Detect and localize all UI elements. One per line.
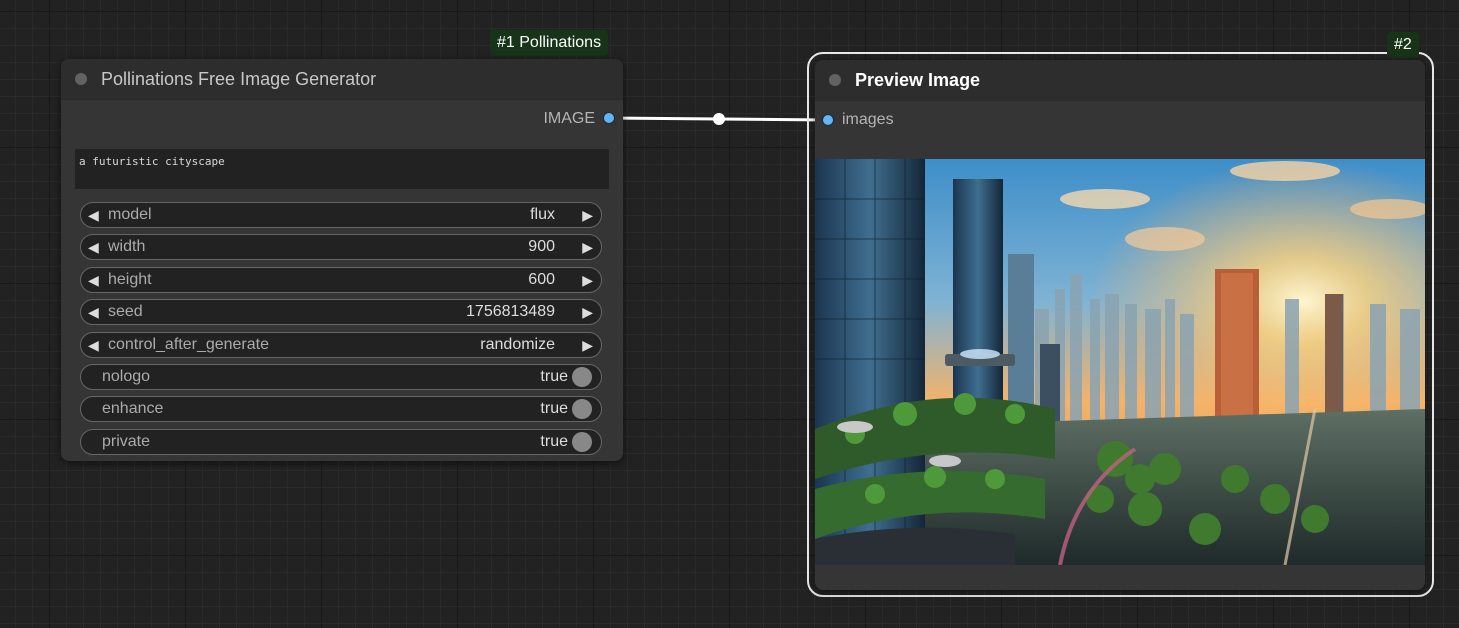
- model-combo[interactable]: ◀ model flux ▶: [80, 202, 602, 228]
- input-label: images: [842, 111, 894, 128]
- decrement-arrow-icon[interactable]: ◀: [88, 235, 99, 259]
- width-number[interactable]: ◀ width 900 ▶: [80, 234, 602, 260]
- pollinations-generator-node[interactable]: Pollinations Free Image Generator IMAGE …: [61, 59, 623, 461]
- nologo-toggle[interactable]: nologo true: [80, 364, 602, 390]
- increment-arrow-icon[interactable]: ▶: [582, 333, 593, 357]
- node-title: Pollinations Free Image Generator: [101, 69, 377, 89]
- widget-label: private: [102, 433, 151, 450]
- widget-value: 600: [528, 271, 555, 288]
- decrement-arrow-icon[interactable]: ◀: [88, 203, 99, 227]
- toggle-knob-icon[interactable]: [572, 367, 592, 387]
- preview-image-node[interactable]: Preview Image images: [815, 60, 1425, 590]
- output-label: IMAGE: [543, 110, 595, 127]
- node-id-badge: #1 Pollinations: [490, 30, 609, 56]
- decrement-arrow-icon[interactable]: ◀: [88, 333, 99, 357]
- seed-number[interactable]: ◀ seed 1756813489 ▶: [80, 299, 602, 325]
- widget-value: true: [540, 400, 568, 417]
- widget-label: model: [108, 206, 152, 223]
- increment-arrow-icon[interactable]: ▶: [582, 300, 593, 324]
- widget-label: control_after_generate: [108, 336, 269, 353]
- toggle-knob-icon[interactable]: [572, 399, 592, 419]
- node-id-badge: #2: [1387, 32, 1419, 58]
- collapse-dot-icon[interactable]: [829, 74, 841, 86]
- toggle-knob-icon[interactable]: [572, 432, 592, 452]
- prompt-textarea[interactable]: a futuristic cityscape: [75, 149, 609, 189]
- widget-label: nologo: [102, 368, 151, 385]
- output-slot-icon[interactable]: [604, 113, 614, 123]
- increment-arrow-icon[interactable]: ▶: [582, 203, 593, 227]
- node-title-bar[interactable]: Pollinations Free Image Generator: [61, 59, 623, 100]
- node-title: Preview Image: [855, 70, 981, 90]
- widget-value: true: [540, 433, 568, 450]
- decrement-arrow-icon[interactable]: ◀: [88, 300, 99, 324]
- widget-label: height: [108, 271, 152, 288]
- control-after-generate-combo[interactable]: ◀ control_after_generate randomize ▶: [80, 332, 602, 358]
- enhance-toggle[interactable]: enhance true: [80, 396, 602, 422]
- widget-value: randomize: [480, 336, 555, 353]
- widget-value: 1756813489: [466, 303, 555, 320]
- widget-value: 900: [528, 238, 555, 255]
- increment-arrow-icon[interactable]: ▶: [582, 235, 593, 259]
- widget-label: seed: [108, 303, 143, 320]
- private-toggle[interactable]: private true: [80, 429, 602, 455]
- height-number[interactable]: ◀ height 600 ▶: [80, 267, 602, 293]
- widget-value: true: [540, 368, 568, 385]
- widget-label: width: [108, 238, 146, 255]
- node-title-bar[interactable]: Preview Image: [815, 60, 1425, 101]
- widget-value: flux: [530, 206, 555, 223]
- collapse-dot-icon[interactable]: [75, 73, 87, 85]
- widget-label: enhance: [102, 400, 164, 417]
- input-slot-icon[interactable]: [823, 115, 833, 125]
- city-illustration: [815, 159, 1425, 565]
- increment-arrow-icon[interactable]: ▶: [582, 268, 593, 292]
- preview-image[interactable]: [815, 159, 1425, 565]
- decrement-arrow-icon[interactable]: ◀: [88, 268, 99, 292]
